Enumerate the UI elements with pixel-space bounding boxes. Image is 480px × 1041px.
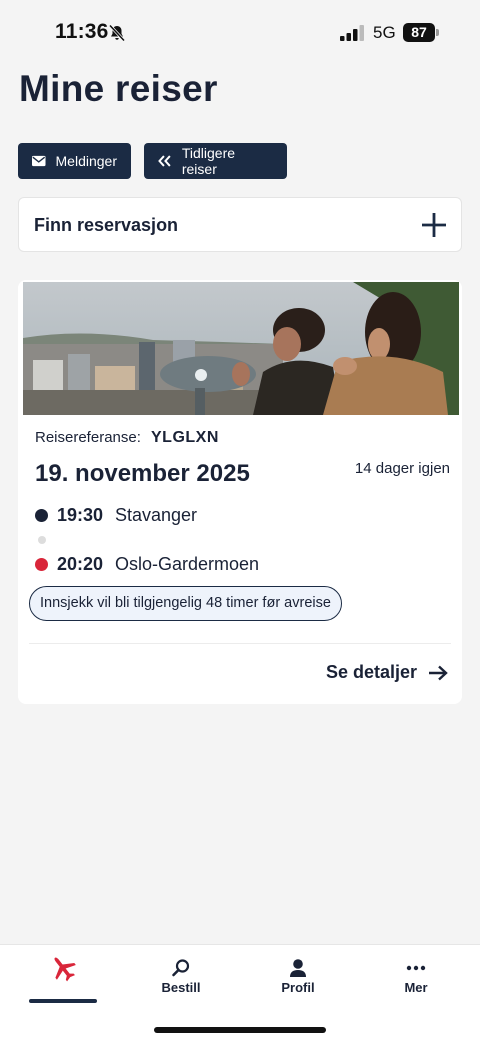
trip-hero-image xyxy=(23,282,459,415)
days-left: 14 dager igjen xyxy=(354,460,450,477)
active-tab-indicator xyxy=(29,999,97,1003)
trip-card[interactable]: Reisereferanse: YLGLXN 19. november 2025… xyxy=(18,280,462,704)
profile-icon xyxy=(290,959,306,977)
nav-item-trips[interactable] xyxy=(3,945,123,1005)
see-details-label: Se detaljer xyxy=(325,662,417,682)
plus-icon[interactable] xyxy=(421,212,447,238)
battery-level: 87 xyxy=(403,23,435,42)
plane-icon xyxy=(54,957,76,982)
network-type: 5G xyxy=(373,23,396,42)
arrival-time: 20:20 xyxy=(57,554,104,574)
bell-off-icon xyxy=(108,24,126,42)
my-trips-screen: 11:36 5G 87 Mine reiser Meldinger Tidlig… xyxy=(0,0,480,1041)
nav-label-profile: Profil xyxy=(281,980,315,995)
bottom-nav: Bestill Profil Mer xyxy=(0,944,480,1041)
more-icon xyxy=(406,965,426,971)
arrival-dot xyxy=(35,558,48,571)
messages-label: Meldinger xyxy=(55,153,117,169)
find-reservation-row[interactable]: Finn reservasjon xyxy=(18,197,462,252)
messages-button[interactable]: Meldinger xyxy=(18,143,131,179)
signal-icon xyxy=(340,25,364,41)
departure-time: 19:30 xyxy=(57,505,104,525)
previous-trips-label: Tidligere reiser xyxy=(181,145,236,177)
booking-reference-label: Reisereferanse: xyxy=(35,429,141,446)
battery-icon: 87 xyxy=(403,23,439,43)
booking-reference-value: YLGLXN xyxy=(151,429,219,446)
previous-trips-button[interactable]: Tidligere reiser xyxy=(144,143,287,179)
arrival-city: Oslo-Gardermoen xyxy=(115,554,260,574)
status-time: 11:36 xyxy=(55,20,109,43)
home-indicator[interactable] xyxy=(154,1027,326,1033)
double-chevron-left-icon xyxy=(158,155,171,167)
card-divider xyxy=(29,643,451,644)
battery-tip xyxy=(436,29,439,36)
see-details-link[interactable]: Se detaljer xyxy=(326,662,448,683)
find-reservation-label: Finn reservasjon xyxy=(34,215,179,235)
nav-item-profile[interactable]: Profil xyxy=(238,945,358,1005)
page-title: Mine reiser xyxy=(19,68,218,109)
search-icon xyxy=(172,959,190,977)
nav-label-book: Bestill xyxy=(161,980,201,995)
nav-item-more[interactable]: Mer xyxy=(356,945,476,1005)
trip-date: 19. november 2025 xyxy=(35,460,250,487)
envelope-icon xyxy=(32,155,46,167)
departure-city: Stavanger xyxy=(115,505,198,525)
arrow-right-icon xyxy=(429,665,448,680)
nav-label-more: Mer xyxy=(404,980,428,995)
departure-dot xyxy=(35,509,48,522)
route-connector-dot xyxy=(38,536,46,544)
nav-item-book[interactable]: Bestill xyxy=(121,945,241,1005)
checkin-info-badge: Innsjekk vil bli tilgjengelig 48 timer f… xyxy=(29,586,342,621)
status-bar: 11:36 5G 87 xyxy=(0,0,480,66)
